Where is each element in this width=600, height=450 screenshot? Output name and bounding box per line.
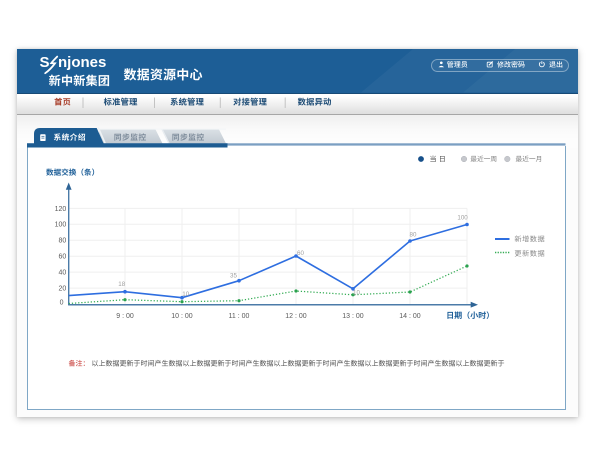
svg-text:80: 80 <box>59 238 67 245</box>
svg-text:9 : 00: 9 : 00 <box>116 313 134 320</box>
svg-text:12 : 00: 12 : 00 <box>285 313 307 320</box>
svg-text:10: 10 <box>353 290 360 297</box>
svg-text:14 : 00: 14 : 00 <box>399 313 421 320</box>
svg-text:60: 60 <box>59 254 67 261</box>
svg-text:11 : 00: 11 : 00 <box>229 313 250 320</box>
svg-text:120: 120 <box>55 206 67 213</box>
svg-text:0: 0 <box>60 299 64 306</box>
svg-text:60: 60 <box>297 250 304 257</box>
svg-text:100: 100 <box>457 215 468 222</box>
svg-text:20: 20 <box>59 286 67 293</box>
svg-text:10 : 00: 10 : 00 <box>171 313 193 320</box>
svg-text:18: 18 <box>118 281 125 288</box>
svg-text:13 : 00: 13 : 00 <box>342 313 364 320</box>
svg-text:40: 40 <box>59 270 67 277</box>
svg-text:80: 80 <box>410 232 417 239</box>
svg-text:35: 35 <box>230 272 237 279</box>
svg-text:10: 10 <box>182 291 189 298</box>
svg-text:100: 100 <box>55 222 67 229</box>
